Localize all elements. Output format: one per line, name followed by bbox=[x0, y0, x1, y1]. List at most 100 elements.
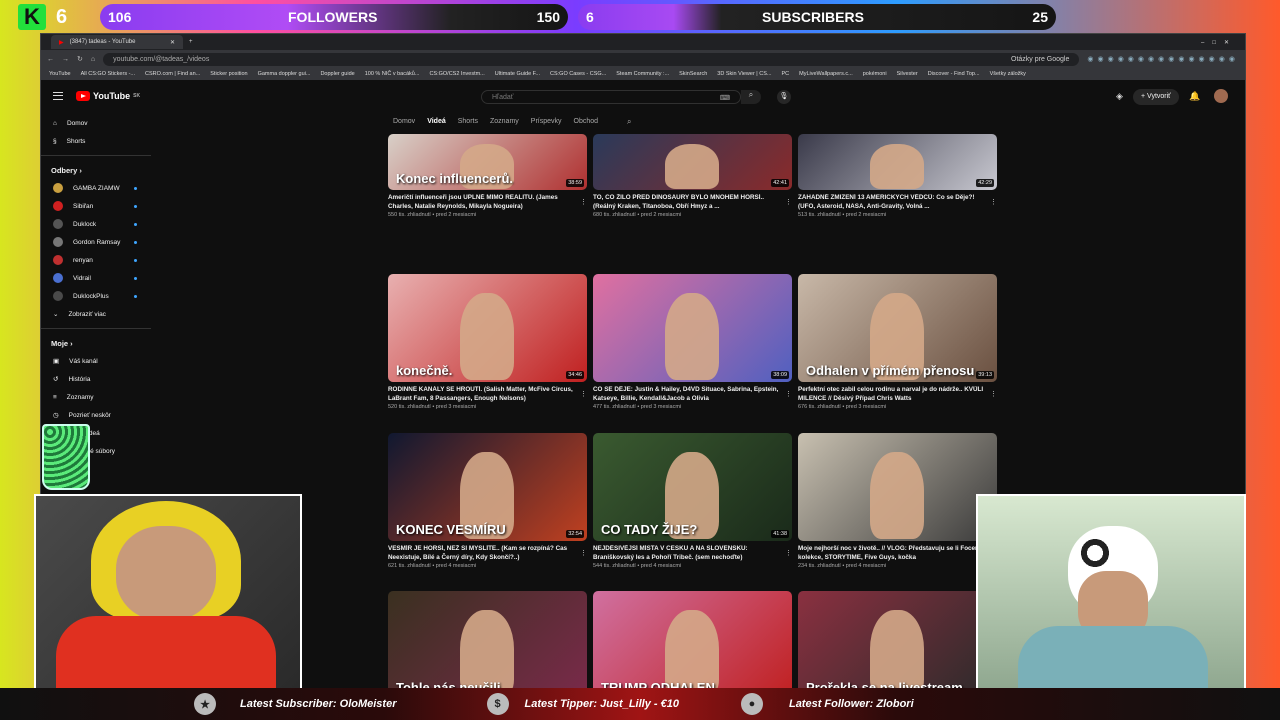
close-tab-icon[interactable]: ✕ bbox=[170, 39, 175, 46]
tab-item[interactable]: Zoznamy bbox=[490, 118, 519, 125]
bookmark-item[interactable]: CS:GO/CS2 Investm... bbox=[429, 71, 484, 77]
sidebar-item-subscription[interactable]: Sibiřan bbox=[41, 197, 151, 215]
new-tab-icon[interactable]: + bbox=[189, 39, 193, 45]
url-field[interactable]: youtube.com/@tadeas_/videos Otázky pre G… bbox=[103, 52, 1080, 66]
search-input[interactable]: Hľadať ⌨ bbox=[481, 90, 741, 104]
tab-item[interactable]: Obchod bbox=[574, 118, 599, 125]
video-title[interactable]: Moje nejhorší noc v životě.. // VLOG: Př… bbox=[798, 545, 997, 562]
back-icon[interactable]: ← bbox=[47, 56, 54, 63]
video-title[interactable]: Američtí influenceři jsou ÚPLNĚ MIMO REA… bbox=[388, 194, 587, 211]
sidebar-item-subscription[interactable]: Duklock bbox=[41, 215, 151, 233]
more-options-icon[interactable]: ⋮ bbox=[580, 549, 587, 557]
video-title[interactable]: ZÁHADNÉ ZMIZENÍ 13 AMERICKÝCH VĚDCŮ: Co … bbox=[798, 194, 997, 211]
more-options-icon[interactable]: ⋮ bbox=[990, 198, 997, 206]
bookmark-item[interactable]: CSRO.com | Find an... bbox=[145, 71, 200, 77]
video-card[interactable]: 38:09 CO SE DĚJE: Justin & Hailey, D4VD S… bbox=[593, 274, 792, 410]
bookmark-item[interactable]: Všetky záložky bbox=[990, 71, 1026, 77]
bookmark-item[interactable]: MyLiveWallpapers.c... bbox=[799, 71, 853, 77]
video-thumbnail[interactable]: Prořekla se na livestream bbox=[798, 591, 997, 699]
more-options-icon[interactable]: ⋮ bbox=[785, 390, 792, 398]
bookmark-item[interactable]: Steam Community :... bbox=[616, 71, 669, 77]
extension-icons[interactable]: ◉◉◉◉◉◉◉◉◉◉◉◉◉◉◉ bbox=[1087, 55, 1239, 63]
video-card[interactable]: konečně. 34:46 RODINNÉ KANÁLY SE HROUTÍ. (… bbox=[388, 274, 587, 410]
more-options-icon[interactable]: ⋮ bbox=[785, 549, 792, 557]
video-thumbnail[interactable]: KONEC VESMÍRU 32:54 bbox=[388, 433, 587, 541]
video-thumbnail[interactable]: CO TADY ŽIJE? 41:38 bbox=[593, 433, 792, 541]
you-heading[interactable]: Moje › bbox=[41, 334, 151, 352]
sidebar-item-watch-later[interactable]: ◷ Pozrieť neskôr bbox=[41, 406, 151, 424]
bookmark-item[interactable]: CS:GO Cases - CSG... bbox=[550, 71, 606, 77]
video-thumbnail[interactable]: 42:29 bbox=[798, 134, 997, 190]
video-thumbnail[interactable]: 42:41 bbox=[593, 134, 792, 190]
tab-item[interactable]: Domov bbox=[393, 118, 415, 125]
more-options-icon[interactable]: ⋮ bbox=[990, 390, 997, 398]
video-title[interactable]: RODINNÉ KANÁLY SE HROUTÍ. (Salish Matter… bbox=[388, 386, 587, 403]
bookmark-item[interactable]: YouTube bbox=[49, 71, 71, 77]
sidebar-item-home[interactable]: ⌂ Domov bbox=[41, 114, 151, 132]
sidebar-item-subscription[interactable]: Vidrail bbox=[41, 269, 151, 287]
notifications-icon[interactable]: 🔔 bbox=[1189, 91, 1200, 102]
show-more-button[interactable]: ⌄ Zobraziť viac bbox=[41, 305, 151, 323]
home-icon[interactable]: ⌂ bbox=[91, 56, 95, 63]
more-options-icon[interactable]: ⋮ bbox=[785, 198, 792, 206]
keyboard-icon[interactable]: ⌨ bbox=[720, 94, 730, 102]
channel-search-icon[interactable]: ⌕ bbox=[627, 117, 631, 127]
bookmark-item[interactable]: Silvester bbox=[897, 71, 918, 77]
video-thumbnail[interactable]: Odhalen v přímém přenosu 39:13 bbox=[798, 274, 997, 382]
bookmark-item[interactable]: Sticker position bbox=[210, 71, 247, 77]
bookmark-item[interactable]: All CS:GO Stickers -... bbox=[81, 71, 135, 77]
sidebar-item-playlists[interactable]: ≡ Zoznamy bbox=[41, 388, 151, 406]
youtube-logo[interactable]: YouTube SK bbox=[76, 91, 140, 101]
video-title[interactable]: NEJDĚSIVĚJŠÍ MÍSTA V ČESKU A NA SLOVENSK… bbox=[593, 545, 792, 562]
sidebar-item-history[interactable]: ↺ História bbox=[41, 370, 151, 388]
video-title[interactable]: VESMÍR JE HORŠÍ, NEŽ SI MYSLÍTE.. (Kam s… bbox=[388, 545, 587, 562]
video-card[interactable]: 42:41 TO, CO ŽILO PŘED DINOSAURY BYLO MNO… bbox=[593, 134, 792, 218]
video-card[interactable]: Moje nejhorší noc v životě.. // VLOG: Př… bbox=[798, 433, 997, 569]
sidebar-item-shorts[interactable]: § Shorts bbox=[41, 132, 151, 150]
sidebar-item-subscription[interactable]: GAMBA ZIAMW bbox=[41, 179, 151, 197]
cast-icon[interactable]: ◈ bbox=[1116, 91, 1123, 102]
bookmark-item[interactable]: 3D Skin Viewer | CS... bbox=[717, 71, 771, 77]
video-card[interactable]: Konec influencerů. 38:59 Američtí influenc… bbox=[388, 134, 587, 218]
video-card[interactable]: 42:29 ZÁHADNÉ ZMIZENÍ 13 AMERICKÝCH VĚDCŮ… bbox=[798, 134, 997, 218]
video-thumbnail[interactable] bbox=[798, 433, 997, 541]
create-button[interactable]: + Vytvoriť bbox=[1133, 89, 1179, 105]
video-title[interactable]: TO, CO ŽILO PŘED DINOSAURY BYLO MNOHEM H… bbox=[593, 194, 792, 211]
bookmark-item[interactable]: PC bbox=[782, 71, 790, 77]
video-card[interactable]: KONEC VESMÍRU 32:54 VESMÍR JE HORŠÍ, NEŽ S… bbox=[388, 433, 587, 569]
video-thumbnail[interactable]: 38:09 bbox=[593, 274, 792, 382]
sidebar-item-subscription[interactable]: Gordon Ramsay bbox=[41, 233, 151, 251]
more-options-icon[interactable]: ⋮ bbox=[580, 390, 587, 398]
browser-tab[interactable]: ▶ (3847) tadeas - YouTube ✕ bbox=[51, 35, 183, 49]
video-thumbnail[interactable]: Tohle nás neučili31:53 bbox=[388, 591, 587, 699]
tab-item[interactable]: Príspevky bbox=[531, 118, 562, 125]
avatar[interactable] bbox=[1214, 89, 1228, 103]
bookmark-item[interactable]: pokémoni bbox=[863, 71, 887, 77]
video-card[interactable]: CO TADY ŽIJE? 41:38 NEJDĚSIVĚJŠÍ MÍSTA V Č… bbox=[593, 433, 792, 569]
search-button[interactable]: ⌕ bbox=[741, 90, 761, 104]
bookmark-item[interactable]: SkinSearch bbox=[679, 71, 707, 77]
forward-icon[interactable]: → bbox=[62, 56, 69, 63]
bookmark-item[interactable]: 100 % NIČ v bacáků... bbox=[365, 71, 420, 77]
video-thumbnail[interactable]: konečně. 34:46 bbox=[388, 274, 587, 382]
video-title[interactable]: Perfektní otec zabil celou rodinu a narv… bbox=[798, 386, 997, 403]
subscriptions-heading[interactable]: Odbery › bbox=[41, 161, 151, 179]
video-thumbnail[interactable]: Konec influencerů. 38:59 bbox=[388, 134, 587, 190]
bookmark-item[interactable]: Doppler guide bbox=[320, 71, 354, 77]
sidebar-item-channel[interactable]: ▣ Váš kanál bbox=[41, 352, 151, 370]
tab-item[interactable]: Shorts bbox=[458, 118, 478, 125]
bookmark-item[interactable]: Ultimate Guide F... bbox=[495, 71, 540, 77]
more-options-icon[interactable]: ⋮ bbox=[580, 198, 587, 206]
menu-icon[interactable] bbox=[53, 92, 63, 100]
bookmark-item[interactable]: Gamma doppler gui... bbox=[258, 71, 311, 77]
sidebar-item-subscription[interactable]: DuklockPlus bbox=[41, 287, 151, 305]
reload-icon[interactable]: ↻ bbox=[77, 55, 83, 63]
bookmark-item[interactable]: Discover - Find Top... bbox=[928, 71, 980, 77]
tab-videos-active[interactable]: Videá bbox=[427, 118, 446, 125]
video-thumbnail[interactable]: TRUMP ODHALEN40:39 bbox=[593, 591, 792, 699]
google-questions-button[interactable]: Otázky pre Google bbox=[1011, 56, 1069, 63]
sidebar-item-subscription[interactable]: renyan bbox=[41, 251, 151, 269]
video-card[interactable]: Odhalen v přímém přenosu 39:13 Perfektní o… bbox=[798, 274, 997, 410]
video-title[interactable]: CO SE DĚJE: Justin & Hailey, D4VD Situac… bbox=[593, 386, 792, 403]
mic-icon[interactable]: 🎙 bbox=[777, 90, 791, 104]
